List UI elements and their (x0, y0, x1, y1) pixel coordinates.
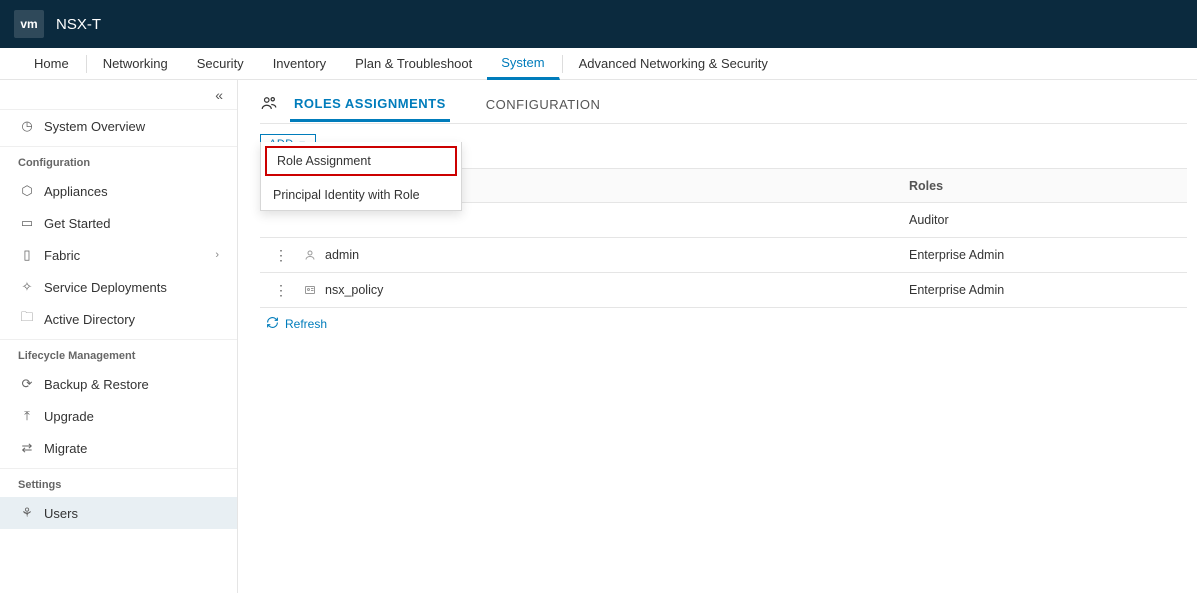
sidebar-upgrade[interactable]: ⤒ Upgrade (0, 400, 237, 432)
sidebar-item-label: System Overview (44, 119, 145, 134)
sidebar: « ◷ System Overview Configuration ⬡ Appl… (0, 80, 238, 593)
upgrade-icon: ⤒ (18, 408, 36, 424)
fabric-icon: ▯ (18, 247, 36, 263)
nav-divider (86, 55, 87, 73)
sidebar-collapse-row: « (0, 80, 237, 110)
content-area: « ◷ System Overview Configuration ⬡ Appl… (0, 80, 1197, 593)
sidebar-group-configuration: Configuration (0, 151, 237, 175)
col-roles-header: Roles (909, 179, 1187, 193)
row-user-cell: nsx_policy (302, 283, 909, 297)
sidebar-item-label: Upgrade (44, 409, 94, 424)
sidebar-fabric[interactable]: ▯ Fabric › (0, 239, 237, 271)
sidebar-separator (0, 468, 237, 469)
sidebar-item-label: Active Directory (44, 312, 135, 327)
add-dropdown: Role Assignment Principal Identity with … (260, 142, 462, 211)
sidebar-item-label: Fabric (44, 248, 80, 263)
sidebar-group-settings: Settings (0, 473, 237, 497)
user-name: admin (325, 248, 359, 262)
sidebar-appliances[interactable]: ⬡ Appliances (0, 175, 237, 207)
nav-home[interactable]: Home (20, 48, 84, 80)
sidebar-separator (0, 146, 237, 147)
more-icon[interactable]: ⋮ (274, 247, 288, 264)
nav-divider (562, 55, 563, 73)
tab-configuration[interactable]: CONFIGURATION (482, 97, 605, 120)
sidebar-item-label: Migrate (44, 441, 87, 456)
sidebar-service-deployments[interactable]: ✧ Service Deployments (0, 271, 237, 303)
nav-security[interactable]: Security (183, 48, 259, 80)
refresh-label: Refresh (285, 317, 327, 331)
card-icon (302, 284, 318, 296)
dropdown-role-assignment[interactable]: Role Assignment (265, 146, 457, 176)
tab-roles-assignments[interactable]: ROLES ASSIGNMENTS (290, 96, 450, 122)
row-actions[interactable]: ⋮ (260, 282, 302, 299)
vm-logo: vm (14, 10, 44, 38)
row-actions[interactable]: ⋮ (260, 247, 302, 264)
backup-icon: ⟳ (18, 376, 36, 392)
getstarted-icon: ▭ (18, 215, 36, 231)
sidebar-migrate[interactable]: ⇄ Migrate (0, 432, 237, 464)
refresh-icon (266, 316, 279, 332)
dashboard-icon: ◷ (18, 118, 36, 134)
table-row: ⋮ nsx_policy Enterprise Admin (260, 273, 1187, 308)
users-page-icon (260, 94, 278, 117)
sidebar-item-label: Backup & Restore (44, 377, 149, 392)
nav-system[interactable]: System (487, 48, 559, 80)
sidebar-item-label: Appliances (44, 184, 108, 199)
nav-advanced-networking[interactable]: Advanced Networking & Security (565, 48, 783, 80)
user-icon (302, 249, 318, 261)
folder-icon: 🗀 (18, 308, 36, 330)
row-role-cell: Enterprise Admin (909, 248, 1187, 262)
sidebar-item-label: Service Deployments (44, 280, 167, 295)
sidebar-item-label: Users (44, 506, 78, 521)
nav-inventory[interactable]: Inventory (259, 48, 341, 80)
subtabs-row: ROLES ASSIGNMENTS CONFIGURATION (260, 94, 1187, 124)
user-name: nsx_policy (325, 283, 383, 297)
sidebar-group-lifecycle: Lifecycle Management (0, 344, 237, 368)
appliances-icon: ⬡ (18, 183, 36, 199)
sidebar-system-overview[interactable]: ◷ System Overview (0, 110, 237, 142)
row-user-cell: admin (302, 248, 909, 262)
refresh-button[interactable]: Refresh (260, 308, 1187, 340)
sidebar-backup-restore[interactable]: ⟳ Backup & Restore (0, 368, 237, 400)
main-nav: Home Networking Security Inventory Plan … (0, 48, 1197, 80)
row-role-cell: Auditor (909, 213, 1187, 227)
users-icon: ⚘ (18, 505, 36, 521)
dropdown-principal-identity[interactable]: Principal Identity with Role (261, 180, 461, 210)
sidebar-active-directory[interactable]: 🗀 Active Directory (0, 303, 237, 335)
more-icon[interactable]: ⋮ (274, 282, 288, 299)
row-role-cell: Enterprise Admin (909, 283, 1187, 297)
sidebar-get-started[interactable]: ▭ Get Started (0, 207, 237, 239)
sidebar-users[interactable]: ⚘ Users (0, 497, 237, 529)
nav-networking[interactable]: Networking (89, 48, 183, 80)
sidebar-item-label: Get Started (44, 216, 110, 231)
collapse-icon[interactable]: « (215, 87, 223, 103)
sidebar-separator (0, 339, 237, 340)
migrate-icon: ⇄ (18, 440, 36, 456)
chevron-right-icon: › (215, 249, 219, 261)
main-pane: ROLES ASSIGNMENTS CONFIGURATION ADD ▼ Ro… (238, 80, 1197, 593)
nav-plan-troubleshoot[interactable]: Plan & Troubleshoot (341, 48, 487, 80)
service-icon: ✧ (18, 279, 36, 295)
product-name: NSX-T (56, 16, 101, 33)
table-row: ⋮ admin Enterprise Admin (260, 238, 1187, 273)
topbar: vm NSX-T (0, 0, 1197, 48)
